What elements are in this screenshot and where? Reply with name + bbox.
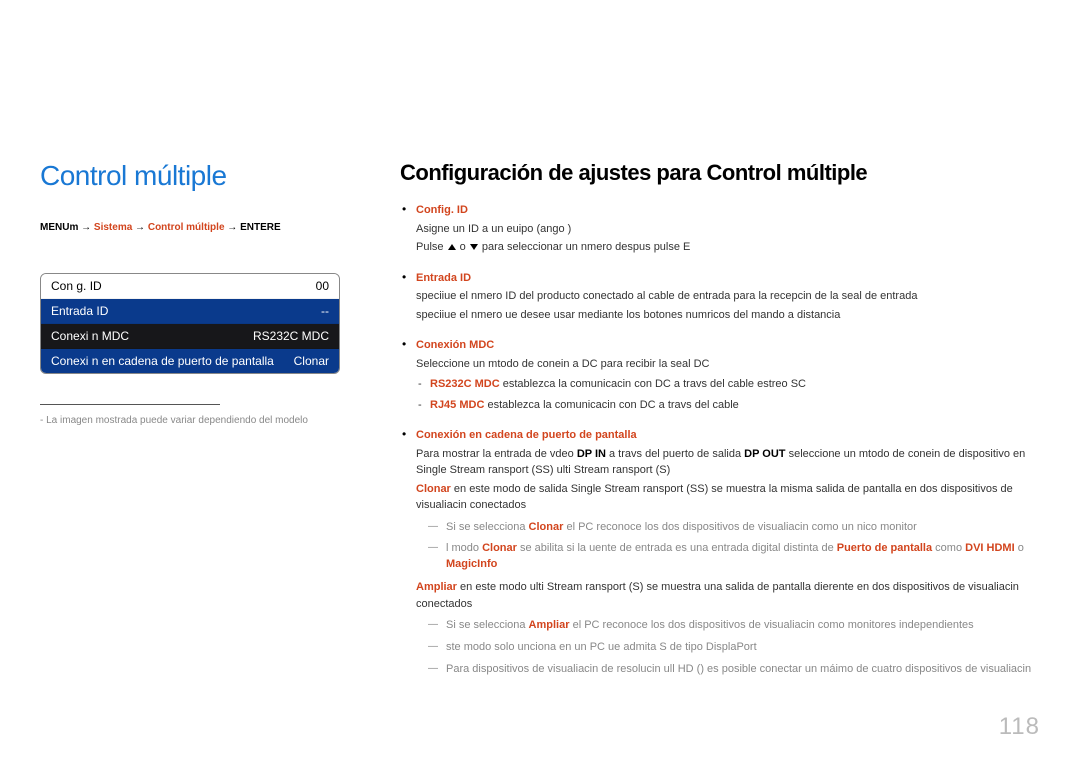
- nav-arrow-2: →: [132, 222, 148, 233]
- sub-rj45: RJ45 MDC establezca la comunicacin con D…: [430, 397, 1040, 414]
- t: o: [1015, 542, 1024, 554]
- hl: HDMI: [987, 542, 1015, 554]
- image-caption: - La imagen mostrada puede variar depend…: [40, 415, 360, 426]
- note-ampliar-3: Para dispositivos de visualiacin de reso…: [446, 662, 1040, 678]
- breadcrumb: MENUm → Sistema → Control múltiple → ENT…: [40, 222, 360, 233]
- note-clonar-2: l modo Clonar se abilita si la uente de …: [446, 541, 1040, 573]
- dp-in: DP IN: [577, 448, 606, 460]
- note-clonar-1: Si se selecciona Clonar el PC reconoce l…: [446, 520, 1040, 536]
- clonar-title: Clonar: [416, 483, 451, 495]
- item-text: Para mostrar la entrada de vdeo DP IN a …: [416, 446, 1040, 479]
- sub-rs232c: RS232C MDC establezca la comunicacin con…: [430, 376, 1040, 393]
- menu-value: Clonar: [294, 354, 329, 368]
- sub-text: establezca la comunicacin con DC a travs…: [484, 399, 738, 411]
- nav-enter: ENTER: [240, 222, 274, 233]
- menu-value: RS232C MDC: [253, 329, 329, 343]
- note-ampliar-1: Si se selecciona Ampliar el PC reconoce …: [446, 618, 1040, 634]
- item-title: Entrada ID: [416, 272, 471, 284]
- t: ): [568, 223, 572, 235]
- page-title-right: Configuración de ajustes para Control mú…: [400, 160, 1040, 186]
- hl: DVI: [965, 542, 983, 554]
- t: en este modo ulti Stream ransport (S) se…: [416, 581, 1019, 610]
- item-title: Conexión en cadena de puerto de pantalla: [416, 429, 637, 441]
- nav-control: Control múltiple: [148, 222, 225, 233]
- menu-label: Entrada ID: [51, 304, 108, 318]
- nav-arrow-3: →: [225, 222, 241, 233]
- t: se abilita si la uente de entrada es una…: [517, 542, 837, 554]
- t: l modo: [446, 542, 482, 554]
- t: E: [683, 241, 690, 253]
- hl: MagicInfo: [446, 558, 497, 570]
- item-title: Config. ID: [416, 204, 468, 216]
- menu-label: Conexi n MDC: [51, 329, 129, 343]
- ampliar-title: Ampliar: [416, 581, 457, 593]
- page-number: 118: [999, 713, 1040, 741]
- osd-menu-box: Con g. ID 00 Entrada ID -- Conexi n MDC …: [40, 273, 340, 374]
- caption-text: La imagen mostrada puede variar dependie…: [46, 415, 308, 426]
- nav-sistema: Sistema: [94, 222, 132, 233]
- hl: Ampliar: [529, 619, 570, 631]
- dp-out: DP OUT: [744, 448, 785, 460]
- item-config-id: Config. ID Asigne un ID a un euipo (ango…: [416, 200, 1040, 256]
- sub-text: establezca la comunicacin con DC a travs…: [500, 378, 806, 390]
- t: a travs del puerto de salida: [606, 448, 744, 460]
- item-title: Conexión MDC: [416, 339, 494, 351]
- menu-row-daisy-chain: Conexi n en cadena de puerto de pantalla…: [41, 349, 339, 373]
- menu-row-conexion-mdc: Conexi n MDC RS232C MDC: [41, 324, 339, 349]
- item-entrada-id: Entrada ID speciiue el nmero ID del prod…: [416, 268, 1040, 324]
- sub-title: RS232C MDC: [430, 378, 500, 390]
- divider-line: [40, 404, 220, 405]
- page-title-left: Control múltiple: [40, 160, 360, 192]
- item-text: speciiue el nmero ID del producto conect…: [416, 288, 1040, 305]
- sub-title: RJ45 MDC: [430, 399, 484, 411]
- item-text: Pulse o para seleccionar un nmero despus…: [416, 239, 1040, 256]
- t: el PC reconoce los dos dispositivos de v…: [570, 619, 974, 631]
- item-text: Clonar en este modo de salida Single Str…: [416, 481, 1040, 514]
- menu-row-config-id: Con g. ID 00: [41, 274, 339, 299]
- nav-e: E: [274, 222, 281, 233]
- menu-label: Con g. ID: [51, 279, 102, 293]
- menu-value: --: [321, 304, 329, 318]
- triangle-up-icon: [448, 244, 456, 250]
- menu-value: 00: [316, 279, 329, 293]
- item-text: Ampliar en este modo ulti Stream ranspor…: [416, 579, 1040, 612]
- t: Si se selecciona: [446, 619, 529, 631]
- t: en este modo de salida Single Stream ran…: [416, 483, 1013, 512]
- item-text: speciiue el nmero ue desee usar mediante…: [416, 307, 1040, 324]
- t: o: [457, 241, 469, 253]
- t: Asigne un ID a un euipo (ango: [416, 223, 568, 235]
- t: para seleccionar un nmero despus pulse: [479, 241, 683, 253]
- menu-label: Conexi n en cadena de puerto de pantalla: [51, 354, 274, 368]
- menu-row-entrada-id: Entrada ID --: [41, 299, 339, 324]
- t: el PC reconoce los dos dispositivos de v…: [563, 521, 916, 533]
- t: Para mostrar la entrada de vdeo: [416, 448, 577, 460]
- item-conexion-mdc: Conexión MDC Seleccione un mtodo de cone…: [416, 335, 1040, 413]
- item-text: Seleccione un mtodo de conein a DC para …: [416, 356, 1040, 373]
- hl: Puerto de pantalla: [837, 542, 932, 554]
- t: Pulse: [416, 241, 447, 253]
- hl: Clonar: [529, 521, 564, 533]
- hl: Clonar: [482, 542, 517, 554]
- item-text: Asigne un ID a un euipo (ango ): [416, 221, 1040, 238]
- item-daisy-chain: Conexión en cadena de puerto de pantalla…: [416, 425, 1040, 678]
- nav-arrow-1: →: [78, 222, 94, 233]
- t: Si se selecciona: [446, 521, 529, 533]
- triangle-down-icon: [470, 244, 478, 250]
- nav-menu: MENU: [40, 222, 69, 233]
- t: como: [932, 542, 965, 554]
- note-ampliar-2: ste modo solo unciona en un PC ue admita…: [446, 640, 1040, 656]
